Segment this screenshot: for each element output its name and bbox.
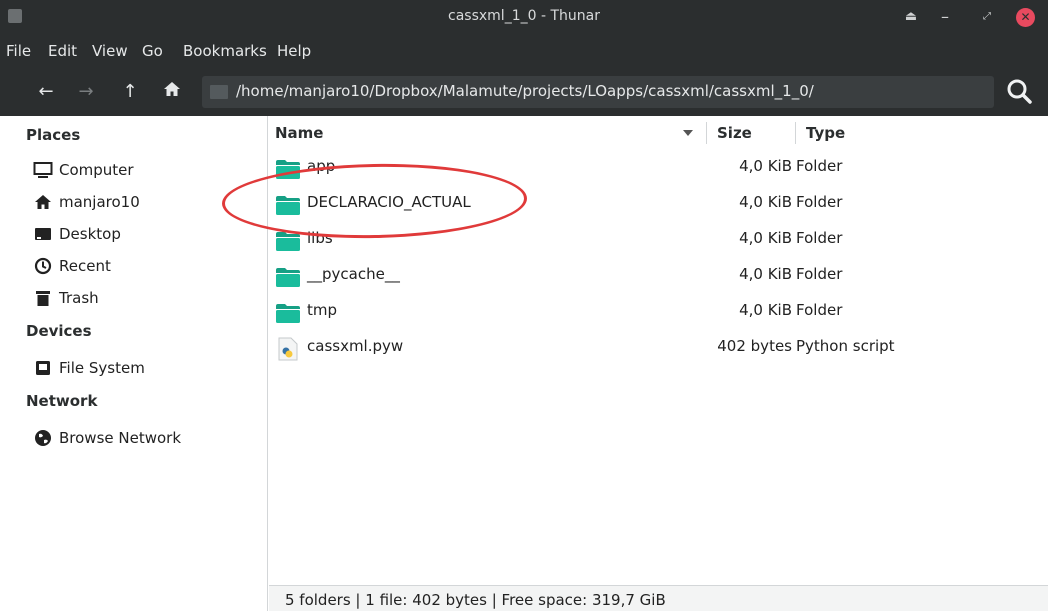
sidebar-item-file-system[interactable]: File System: [33, 356, 145, 380]
python-file-icon: [275, 337, 301, 361]
trash-icon: [33, 288, 53, 308]
file-row[interactable]: libs 4,0 KiB Folder: [269, 222, 1048, 256]
column-header-size[interactable]: Size: [717, 124, 752, 142]
menu-bar: File Edit View Go Bookmarks Help: [0, 34, 1048, 68]
sidebar-item-recent[interactable]: Recent: [33, 254, 111, 278]
location-toolbar: ← → ↑ /home/manjaro10/Dropbox/Malamute/p…: [0, 68, 1048, 116]
file-type: Folder: [796, 157, 843, 175]
maximize-button[interactable]: ⤢: [978, 8, 996, 26]
file-name: libs: [307, 229, 333, 247]
location-path-field[interactable]: /home/manjaro10/Dropbox/Malamute/project…: [202, 76, 994, 108]
desktop-icon: [33, 224, 53, 244]
file-name: DECLARACIO_ACTUAL: [307, 193, 471, 211]
file-name: app: [307, 157, 336, 175]
file-size: 4,0 KiB: [739, 301, 792, 319]
file-list: Name Size Type app 4,0 KiB Folder DECLARACI…: [269, 116, 1048, 585]
back-arrow-icon[interactable]: ←: [34, 80, 58, 104]
sidebar-item-label: Computer: [59, 161, 134, 179]
folder-icon: [275, 265, 301, 287]
file-name: __pycache__: [307, 265, 400, 283]
status-text: 5 folders | 1 file: 402 bytes | Free spa…: [285, 591, 666, 609]
computer-icon: [33, 160, 53, 180]
sidebar-item-browse-network[interactable]: Browse Network: [33, 426, 181, 450]
sidebar-item-label: File System: [59, 359, 145, 377]
file-type: Folder: [796, 229, 843, 247]
menu-edit[interactable]: Edit: [48, 42, 77, 60]
sidebar-item-label: Browse Network: [59, 429, 182, 447]
minimize-button[interactable]: –: [936, 8, 954, 26]
status-bar: 5 folders | 1 file: 402 bytes | Free spa…: [269, 585, 1048, 611]
file-row[interactable]: DECLARACIO_ACTUAL 4,0 KiB Folder: [269, 186, 1048, 220]
devices-heading: Devices: [26, 322, 92, 340]
sidebar-item-label: Trash: [59, 289, 99, 307]
sort-descending-icon[interactable]: [683, 130, 693, 136]
globe-icon: [33, 428, 53, 448]
search-icon[interactable]: [1004, 76, 1036, 108]
menu-go[interactable]: Go: [142, 42, 163, 60]
eject-icon[interactable]: ⏏: [902, 8, 920, 26]
folder-icon: [275, 157, 301, 179]
sidebar-item-label: manjaro10: [59, 193, 140, 211]
title-bar: cassxml_1_0 - Thunar ⏏ – ⤢ ✕: [0, 0, 1048, 34]
column-divider[interactable]: [706, 122, 707, 144]
file-size: 4,0 KiB: [739, 265, 792, 283]
file-size: 4,0 KiB: [739, 193, 792, 211]
file-size: 4,0 KiB: [739, 229, 792, 247]
network-heading: Network: [26, 392, 98, 410]
column-divider[interactable]: [795, 122, 796, 144]
close-button[interactable]: ✕: [1016, 8, 1035, 27]
sidebar-item-home[interactable]: manjaro10: [33, 190, 140, 214]
menu-view[interactable]: View: [92, 42, 128, 60]
file-row[interactable]: app 4,0 KiB Folder: [269, 150, 1048, 184]
sidebar-item-computer[interactable]: Computer: [33, 158, 134, 182]
menu-help[interactable]: Help: [277, 42, 311, 60]
file-size: 402 bytes: [717, 337, 792, 355]
sidebar-item-label: Recent: [59, 257, 111, 275]
places-heading: Places: [26, 126, 81, 144]
folder-icon: [275, 301, 301, 323]
sidebar-item-desktop[interactable]: Desktop: [33, 222, 121, 246]
file-size: 4,0 KiB: [739, 157, 792, 175]
folder-icon: [275, 229, 301, 251]
file-type: Folder: [796, 193, 843, 211]
file-row[interactable]: cassxml.pyw 402 bytes Python script: [269, 330, 1048, 364]
home-icon[interactable]: [160, 80, 184, 104]
window-title: cassxml_1_0 - Thunar: [448, 8, 600, 24]
file-row[interactable]: __pycache__ 4,0 KiB Folder: [269, 258, 1048, 292]
menu-bookmarks[interactable]: Bookmarks: [183, 42, 267, 60]
sidebar-item-trash[interactable]: Trash: [33, 286, 99, 310]
column-header-name[interactable]: Name: [275, 124, 323, 142]
file-name: cassxml.pyw: [307, 337, 404, 355]
file-type: Folder: [796, 265, 843, 283]
file-row[interactable]: tmp 4,0 KiB Folder: [269, 294, 1048, 328]
up-arrow-icon[interactable]: ↑: [118, 80, 142, 104]
folder-icon: [210, 85, 228, 99]
drive-icon: [33, 358, 53, 378]
home-icon: [33, 192, 53, 212]
sidebar-item-label: Desktop: [59, 225, 121, 243]
location-path: /home/manjaro10/Dropbox/Malamute/project…: [236, 82, 814, 100]
folder-icon: [275, 193, 301, 215]
forward-arrow-icon[interactable]: →: [74, 80, 98, 104]
file-type: Python script: [796, 337, 895, 355]
sidebar: Places Computer manjaro10 Desktop Recent…: [0, 116, 268, 611]
file-name: tmp: [307, 301, 338, 319]
recent-icon: [33, 256, 53, 276]
file-type: Folder: [796, 301, 843, 319]
menu-file[interactable]: File: [6, 42, 31, 60]
column-header-type[interactable]: Type: [806, 124, 845, 142]
